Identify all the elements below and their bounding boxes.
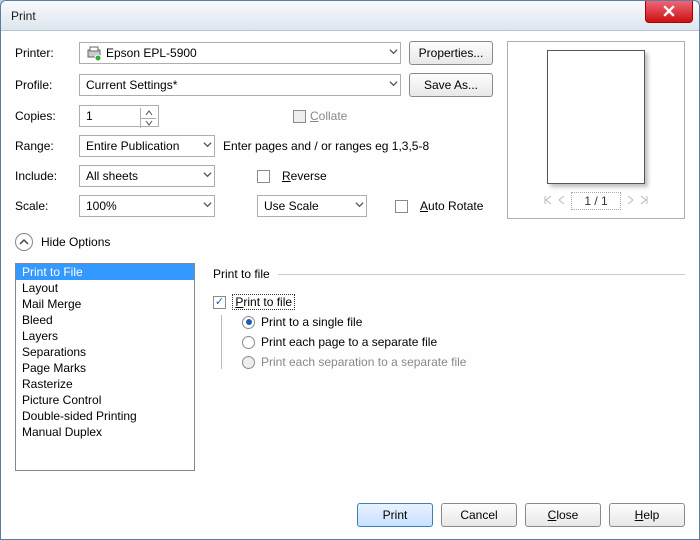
hide-options-toggle[interactable] xyxy=(15,233,33,251)
radio-pages[interactable] xyxy=(242,336,255,349)
radio-single[interactable] xyxy=(242,316,255,329)
copies-label: Copies: xyxy=(15,109,71,123)
chevron-down-icon xyxy=(389,77,398,91)
window-title: Print xyxy=(11,9,36,23)
copies-spinner[interactable]: 1 xyxy=(79,105,159,127)
options-listbox[interactable]: Print to FileLayoutMail MergeBleedLayers… xyxy=(15,263,195,471)
spin-up-icon[interactable] xyxy=(141,108,156,119)
saveas-button[interactable]: Save As... xyxy=(409,73,493,97)
scale-value: 100% xyxy=(86,199,117,213)
listbox-item[interactable]: Mail Merge xyxy=(16,296,194,312)
include-combo[interactable]: All sheets xyxy=(79,165,215,187)
autorotate-label: Auto Rotate xyxy=(420,199,483,213)
preview-page xyxy=(547,50,645,184)
spin-down-icon[interactable] xyxy=(141,119,156,129)
scale-combo[interactable]: 100% xyxy=(79,195,215,217)
printer-icon xyxy=(86,45,102,61)
reverse-checkbox[interactable] xyxy=(257,170,270,183)
chevron-down-icon xyxy=(203,138,212,152)
collate-label: Collate xyxy=(310,109,347,123)
print-dialog: Print Printer: Epson EPL-5900 xyxy=(0,0,700,540)
include-value: All sheets xyxy=(86,169,138,183)
printer-combo[interactable]: Epson EPL-5900 xyxy=(79,42,401,64)
hide-options-label: Hide Options xyxy=(41,235,110,249)
listbox-item[interactable]: Page Marks xyxy=(16,360,194,376)
close-icon xyxy=(663,5,675,17)
listbox-item[interactable]: Manual Duplex xyxy=(16,424,194,440)
printer-label: Printer: xyxy=(15,46,71,60)
preview-pager: 1 / 1 xyxy=(543,192,648,210)
radio-pages-label: Print each page to a separate file xyxy=(261,335,437,349)
cancel-button[interactable]: Cancel xyxy=(441,503,517,527)
listbox-item[interactable]: Layers xyxy=(16,328,194,344)
range-value: Entire Publication xyxy=(86,139,179,153)
divider xyxy=(278,274,685,275)
listbox-item[interactable]: Bleed xyxy=(16,312,194,328)
print-button[interactable]: Print xyxy=(357,503,433,527)
printtofile-checkbox[interactable] xyxy=(213,296,226,309)
range-hint: Enter pages and / or ranges eg 1,3,5-8 xyxy=(223,139,493,153)
chevron-down-icon xyxy=(203,198,212,212)
pager-next-icon[interactable] xyxy=(625,194,635,208)
section-title: Print to file xyxy=(213,267,270,281)
printtofile-checkbox-label: Print to file xyxy=(233,295,294,309)
properties-button[interactable]: Properties... xyxy=(409,41,493,65)
listbox-item[interactable]: Separations xyxy=(16,344,194,360)
range-label: Range: xyxy=(15,139,71,153)
scale-label: Scale: xyxy=(15,199,71,213)
range-combo[interactable]: Entire Publication xyxy=(79,135,215,157)
chevron-down-icon xyxy=(203,168,212,182)
pager-text: 1 / 1 xyxy=(571,192,620,210)
printer-value: Epson EPL-5900 xyxy=(106,46,197,60)
close-button[interactable] xyxy=(645,1,693,23)
pager-first-icon[interactable] xyxy=(543,194,553,208)
collate-checkbox xyxy=(293,110,306,123)
reverse-label: Reverse xyxy=(282,169,327,183)
listbox-item[interactable]: Layout xyxy=(16,280,194,296)
chevron-up-icon xyxy=(19,237,29,247)
scale-mode-combo[interactable]: Use Scale xyxy=(257,195,367,217)
listbox-item[interactable]: Rasterize xyxy=(16,376,194,392)
profile-label: Profile: xyxy=(15,78,71,92)
help-button[interactable]: Help xyxy=(609,503,685,527)
copies-value: 1 xyxy=(86,109,93,123)
chevron-down-icon xyxy=(355,198,364,212)
preview-pane: 1 / 1 xyxy=(507,41,685,219)
listbox-item[interactable]: Print to File xyxy=(16,264,194,280)
close-button-footer[interactable]: Close xyxy=(525,503,601,527)
pager-last-icon[interactable] xyxy=(639,194,649,208)
profile-combo[interactable]: Current Settings* xyxy=(79,74,401,96)
chevron-down-icon xyxy=(389,45,398,59)
titlebar: Print xyxy=(1,1,699,31)
profile-value: Current Settings* xyxy=(86,78,177,92)
radio-separations-label: Print each separation to a separate file xyxy=(261,355,466,369)
pager-prev-icon[interactable] xyxy=(557,194,567,208)
autorotate-checkbox[interactable] xyxy=(395,200,408,213)
scale-mode-value: Use Scale xyxy=(264,199,319,213)
radio-separations xyxy=(242,356,255,369)
listbox-item[interactable]: Picture Control xyxy=(16,392,194,408)
listbox-item[interactable]: Double-sided Printing xyxy=(16,408,194,424)
radio-single-label: Print to a single file xyxy=(261,315,362,329)
include-label: Include: xyxy=(15,169,71,183)
